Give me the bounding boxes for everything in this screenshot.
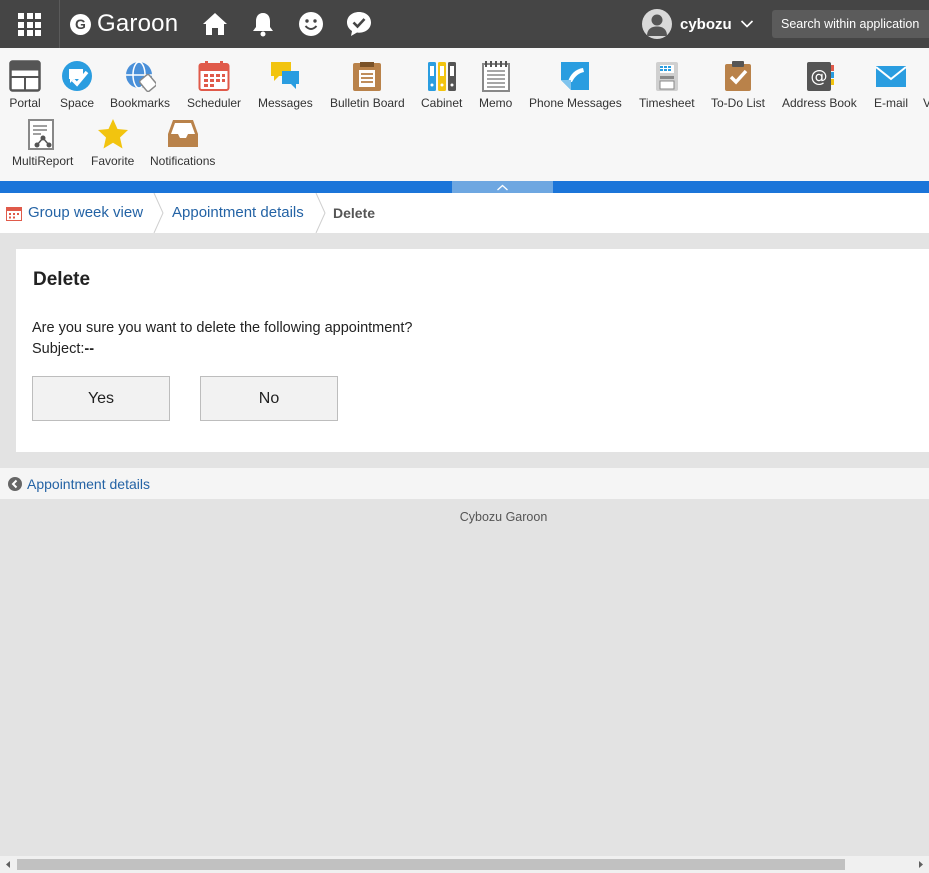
check-bubble-icon[interactable] bbox=[345, 10, 373, 38]
todo-list-icon bbox=[725, 61, 752, 91]
cabinet-icon bbox=[427, 62, 456, 91]
app-todo-list[interactable]: To-Do List bbox=[711, 60, 765, 110]
app-label: To-Do List bbox=[711, 96, 766, 110]
app-email[interactable]: E-mail bbox=[874, 60, 908, 110]
subject-label: Subject: bbox=[32, 341, 85, 357]
subject-line: Subject:-- bbox=[32, 341, 94, 357]
app-timesheet[interactable]: Timesheet bbox=[639, 60, 695, 110]
space-icon bbox=[62, 61, 93, 91]
back-to-appointment-details-link[interactable]: Appointment details bbox=[8, 468, 150, 499]
scheduler-icon bbox=[6, 207, 22, 221]
multireport-icon bbox=[27, 119, 54, 150]
scroll-right-icon[interactable] bbox=[916, 860, 925, 869]
app-bookmarks[interactable]: Bookmarks bbox=[110, 60, 170, 110]
no-button[interactable]: No bbox=[200, 376, 338, 421]
address-book-icon: @ bbox=[807, 62, 835, 91]
app-label: MultiReport bbox=[12, 154, 74, 168]
scrollbar-thumb[interactable] bbox=[17, 859, 845, 870]
user-silhouette-icon bbox=[647, 14, 667, 36]
app-cabinet[interactable]: Cabinet bbox=[421, 60, 462, 110]
user-name: cybozu bbox=[680, 15, 732, 33]
app-label: Favorite bbox=[91, 154, 135, 168]
app-label: Notifications bbox=[150, 154, 216, 168]
subject-value: -- bbox=[84, 341, 95, 357]
bookmarks-icon bbox=[126, 61, 157, 92]
brand-name: Garoon bbox=[97, 10, 179, 37]
breadcrumb-separator bbox=[315, 193, 326, 233]
app-label: Scheduler bbox=[187, 96, 242, 110]
page-title: Delete bbox=[33, 269, 91, 290]
app-notifications[interactable]: Notifications bbox=[150, 118, 215, 168]
grid-icon bbox=[18, 13, 41, 36]
app-label: E-mail bbox=[874, 96, 909, 110]
app-label: Timesheet bbox=[639, 96, 695, 110]
app-scheduler[interactable]: Scheduler bbox=[187, 60, 241, 110]
smiley-icon[interactable] bbox=[297, 10, 325, 38]
truncated-app-icon bbox=[924, 60, 929, 92]
breadcrumb-current: Delete bbox=[333, 205, 376, 221]
breadcrumb-appointment-details[interactable]: Appointment details bbox=[172, 193, 304, 233]
app-multireport[interactable]: MultiReport bbox=[12, 118, 73, 168]
breadcrumb-separator bbox=[153, 193, 164, 233]
horizontal-scrollbar[interactable] bbox=[0, 856, 929, 873]
svg-text:@: @ bbox=[811, 67, 828, 87]
home-icon[interactable] bbox=[201, 10, 229, 38]
app-label: Space bbox=[60, 96, 95, 110]
scroll-left-icon[interactable] bbox=[4, 860, 13, 869]
app-memo[interactable]: Memo bbox=[479, 60, 512, 110]
app-truncated[interactable]: V bbox=[923, 60, 929, 110]
messages-icon bbox=[271, 62, 300, 89]
favorite-icon bbox=[97, 119, 128, 149]
search-input[interactable]: Search within application bbox=[772, 10, 929, 38]
app-label: Portal bbox=[9, 96, 41, 110]
app-label: Phone Messages bbox=[529, 96, 622, 110]
app-label: Bookmarks bbox=[110, 96, 171, 110]
breadcrumb: Group week view Appointment details Dele… bbox=[0, 193, 929, 233]
app-label: Address Book bbox=[782, 96, 857, 110]
user-menu[interactable]: cybozu bbox=[642, 9, 754, 39]
yes-button[interactable]: Yes bbox=[32, 376, 170, 421]
back-link-label: Appointment details bbox=[27, 475, 150, 492]
portal-icon bbox=[9, 60, 41, 92]
app-portal[interactable]: Portal bbox=[9, 60, 41, 110]
app-label: Messages bbox=[258, 96, 313, 110]
garoon-logo-mark: G bbox=[70, 13, 91, 35]
avatar bbox=[642, 9, 672, 39]
confirmation-message: Are you sure you want to delete the foll… bbox=[32, 320, 413, 336]
app-label: Bulletin Board bbox=[330, 96, 405, 110]
app-space[interactable]: Space bbox=[60, 60, 94, 110]
app-bulletin-board[interactable]: Bulletin Board bbox=[330, 60, 405, 110]
bell-icon[interactable] bbox=[249, 10, 277, 38]
chevron-down-icon bbox=[740, 20, 753, 28]
back-navigation: Appointment details bbox=[0, 468, 929, 499]
app-favorite[interactable]: Favorite bbox=[91, 118, 134, 168]
app-messages[interactable]: Messages bbox=[258, 60, 313, 110]
scheduler-icon bbox=[198, 61, 230, 91]
app-label: Memo bbox=[479, 96, 513, 110]
bulletin-board-icon bbox=[353, 62, 382, 91]
delete-confirmation-panel: Delete Are you sure you want to delete t… bbox=[16, 249, 929, 452]
app-address-book[interactable]: @ Address Book bbox=[782, 60, 857, 110]
app-menu-button[interactable] bbox=[0, 0, 60, 48]
email-icon bbox=[875, 66, 907, 87]
breadcrumb-group-week-view[interactable]: Group week view bbox=[28, 193, 143, 233]
app-phone-messages[interactable]: Phone Messages bbox=[529, 60, 622, 110]
back-arrow-icon bbox=[8, 476, 22, 491]
app-label: Cabinet bbox=[421, 96, 463, 110]
app-bar: Portal Space Bookmarks Scheduler Message… bbox=[0, 48, 929, 181]
top-header: G Garoon cybozu Search within applicatio… bbox=[0, 0, 929, 48]
app-label: V bbox=[923, 96, 929, 110]
phone-messages-icon bbox=[561, 62, 590, 90]
garoon-logo[interactable]: G Garoon bbox=[70, 10, 178, 38]
memo-icon bbox=[481, 61, 510, 92]
notifications-icon bbox=[167, 120, 198, 147]
timesheet-icon bbox=[655, 62, 678, 91]
collapse-app-bar-button[interactable] bbox=[452, 181, 553, 193]
footer: Cybozu Garoon bbox=[459, 510, 548, 524]
